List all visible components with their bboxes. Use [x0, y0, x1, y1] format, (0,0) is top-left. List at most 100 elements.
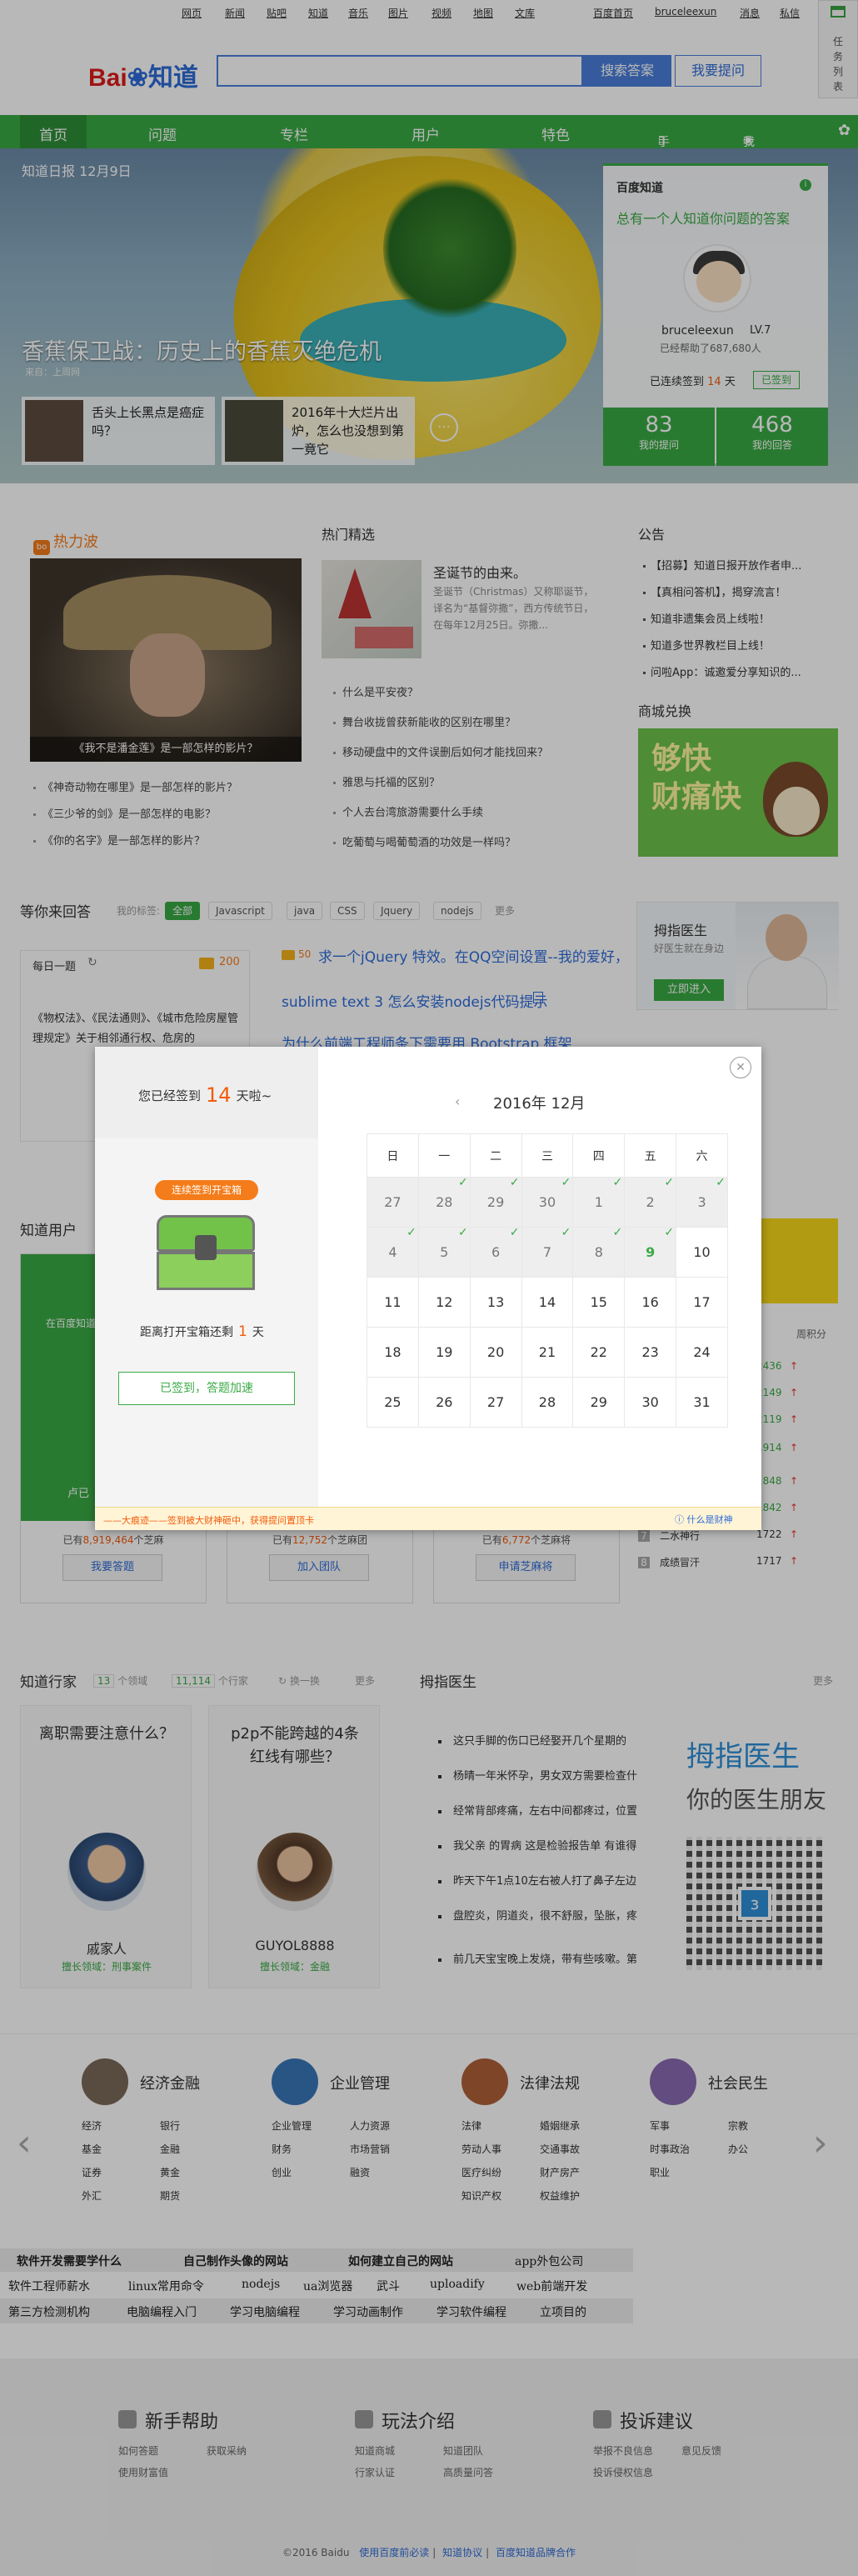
check-icon: ✓	[509, 1226, 520, 1239]
calendar-day: 16	[624, 1277, 677, 1328]
weekday: 六	[676, 1133, 728, 1178]
day-number: 6	[491, 1244, 501, 1260]
treasure-badge: 连续签到开宝箱	[155, 1180, 258, 1200]
day-number: 16	[641, 1294, 659, 1310]
modal-signed-days: 14	[206, 1083, 232, 1107]
calendar-day: ✓ 5	[417, 1226, 471, 1278]
day-number: 2	[646, 1194, 655, 1210]
day-number: 19	[436, 1344, 453, 1360]
day-number: 30	[641, 1394, 659, 1410]
day-number: 25	[384, 1394, 402, 1410]
calendar-day: 23	[624, 1327, 677, 1378]
calendar-week: 25 26 27 28 29 30 31	[367, 1377, 728, 1428]
day-number: 23	[641, 1344, 659, 1360]
calendar-day: 11	[367, 1277, 419, 1328]
check-icon: ✓	[612, 1176, 623, 1189]
calendar-day: ✓ 1	[572, 1176, 626, 1228]
modal-left-panel: 您已经签到 14 天啦~ 连续签到开宝箱 距离打开宝箱还剩 1 天 已签到，答题加速	[95, 1047, 318, 1507]
day-number: 14	[538, 1294, 556, 1310]
calendar-day: 17	[676, 1277, 728, 1328]
day-number: 13	[486, 1294, 505, 1310]
modal-signed-prefix: 您已经签到	[138, 1088, 202, 1103]
chest-lock	[195, 1235, 217, 1260]
weekday: 日	[367, 1133, 419, 1178]
calendar-day: 14	[521, 1277, 574, 1328]
day-number: 17	[693, 1294, 711, 1310]
what-is-caishen-label: 什么是财神	[686, 1514, 733, 1525]
treasure-chest-icon[interactable]	[153, 1210, 258, 1293]
day-number: 10	[693, 1244, 711, 1260]
calendar-day: 22	[572, 1327, 626, 1378]
modal-signed-streak: 您已经签到 14 天啦~	[138, 1083, 272, 1107]
day-number: 29	[486, 1194, 505, 1210]
calendar-day: 18	[367, 1327, 419, 1378]
check-icon: ✓	[664, 1176, 675, 1189]
calendar-day: 31	[676, 1377, 728, 1428]
calendar-day: 12	[417, 1277, 471, 1328]
day-number: 28	[538, 1394, 556, 1410]
calendar-day: 13	[469, 1277, 522, 1328]
calendar-week: 11 12 13 14 15 16 17	[367, 1277, 728, 1328]
remain-days: 1	[238, 1323, 247, 1340]
day-number: 31	[693, 1394, 711, 1410]
day-number: 15	[590, 1294, 607, 1310]
calendar-day: 30	[624, 1377, 677, 1428]
calendar-day: ✓ 4	[367, 1226, 419, 1278]
calendar-day: 20	[469, 1327, 522, 1378]
calendar-day: 27	[469, 1377, 522, 1428]
calendar-day: 27	[367, 1177, 419, 1228]
modal-footer-message: ——大痕迹——签到被大财神砸中，获得提问置顶卡	[103, 1515, 314, 1526]
day-number: 3	[697, 1194, 706, 1210]
day-number: 21	[538, 1344, 556, 1360]
check-icon: ✓	[612, 1226, 623, 1239]
check-icon: ✓	[509, 1176, 520, 1189]
calendar-day: 29	[572, 1377, 626, 1428]
check-icon: ✓	[561, 1176, 571, 1189]
weekday: 三	[521, 1133, 574, 1178]
day-number: 22	[590, 1344, 607, 1360]
day-number: 9	[646, 1244, 656, 1260]
calendar-month: 2016年 12月	[493, 1095, 586, 1113]
check-icon: ✓	[457, 1176, 468, 1189]
day-number: 12	[436, 1294, 453, 1310]
signin-calendar-modal: 您已经签到 14 天啦~ 连续签到开宝箱 距离打开宝箱还剩 1 天 已签到，答题加速 ✕…	[95, 1047, 761, 1530]
answer-accelerate-button[interactable]: 已签到，答题加速	[118, 1372, 295, 1405]
calendar-day: ✓ 2	[624, 1176, 677, 1228]
help-icon: ⓘ	[675, 1514, 687, 1525]
calendar-day-today: ✓ 9	[624, 1226, 677, 1278]
weekday: 五	[624, 1133, 677, 1178]
weekday: 一	[417, 1133, 471, 1178]
day-number: 20	[486, 1344, 505, 1360]
calendar-day: ✓ 7	[521, 1226, 574, 1278]
check-icon: ✓	[716, 1176, 726, 1189]
modal-signed-suffix: 天啦~	[236, 1088, 272, 1103]
chest-remaining: 距离打开宝箱还剩 1 天	[140, 1323, 264, 1340]
day-number: 18	[384, 1344, 402, 1360]
day-number: 27	[486, 1394, 505, 1410]
what-is-caishen-link[interactable]: ⓘ 什么是财神	[675, 1513, 733, 1526]
calendar-day: 24	[676, 1327, 728, 1378]
check-icon: ✓	[561, 1226, 571, 1239]
day-number: 28	[436, 1194, 453, 1210]
day-number: 11	[384, 1294, 402, 1310]
calendar-week: 18 19 20 21 22 23 24	[367, 1327, 728, 1378]
calendar-week: ✓ 4 ✓ 5 ✓ 6 ✓ 7 ✓ 8 ✓ 9 10	[367, 1226, 728, 1278]
calendar-day: ✓ 28	[417, 1176, 471, 1228]
remain-suffix: 天	[252, 1326, 264, 1339]
remain-prefix: 距离打开宝箱还剩	[140, 1326, 233, 1339]
calendar-day: ✓ 29	[469, 1176, 522, 1228]
calendar-day: 10	[676, 1227, 728, 1278]
check-icon: ✓	[457, 1226, 468, 1239]
prev-month-icon[interactable]: ‹	[455, 1093, 460, 1109]
calendar-day: 26	[417, 1377, 471, 1428]
calendar-day: ✓ 8	[572, 1226, 626, 1278]
calendar-day: ✓ 3	[676, 1176, 728, 1228]
calendar-week: 27 ✓ 28 ✓ 29 ✓ 30 ✓ 1 ✓ 2 ✓ 3	[367, 1176, 728, 1228]
calendar-day: 28	[521, 1377, 574, 1428]
calendar-weekday-row: 日 一 二 三 四 五 六	[367, 1133, 728, 1178]
check-icon: ✓	[664, 1226, 675, 1239]
calendar-day: 25	[367, 1377, 419, 1428]
day-number: 4	[388, 1244, 397, 1260]
calendar-day: ✓ 30	[521, 1176, 574, 1228]
close-icon[interactable]: ✕	[730, 1057, 751, 1078]
